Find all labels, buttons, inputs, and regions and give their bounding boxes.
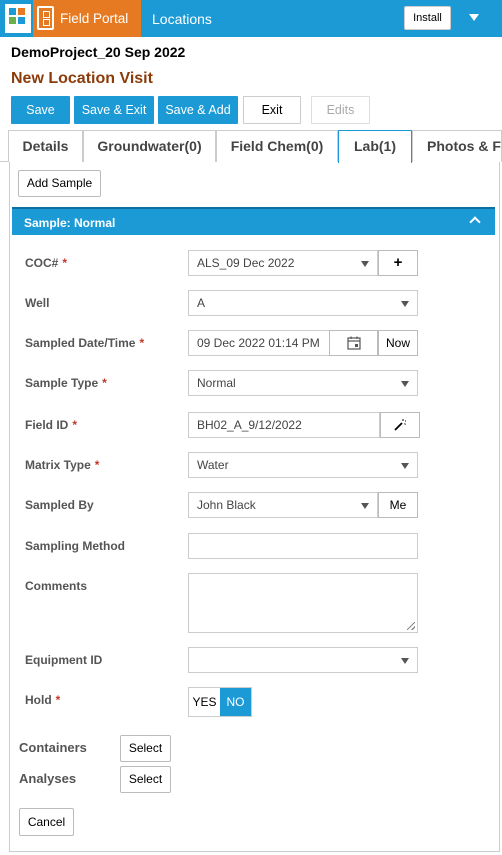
matrix-type-label: Matrix Type * [25, 458, 100, 472]
install-button[interactable]: Install [404, 6, 451, 30]
field-portal-icon [37, 6, 54, 30]
calendar-button[interactable] [329, 330, 378, 356]
nav-locations-link[interactable]: Locations [152, 11, 212, 27]
save-exit-button[interactable]: Save & Exit [74, 96, 154, 124]
project-title: DemoProject_20 Sep 2022 [11, 44, 186, 60]
sampled-datetime-label: Sampled Date/Time * [25, 336, 145, 350]
chevron-down-icon [361, 503, 369, 509]
required-mark: * [55, 693, 61, 707]
tab-details[interactable]: Details [8, 130, 83, 162]
required-mark: * [72, 418, 78, 432]
save-button[interactable]: Save [11, 96, 70, 124]
save-add-button[interactable]: Save & Add [158, 96, 238, 124]
coc-label: COC# * [25, 256, 68, 270]
comments-textarea[interactable] [188, 573, 418, 633]
chevron-up-icon[interactable] [469, 216, 481, 228]
coc-value: ALS_09 Dec 2022 [197, 256, 295, 270]
page-title: New Location Visit [11, 70, 153, 87]
sample-type-label: Sample Type * [25, 376, 107, 390]
now-button[interactable]: Now [378, 330, 418, 356]
sample-type-value: Normal [197, 376, 236, 390]
containers-label: Containers [19, 740, 87, 755]
chevron-down-icon [361, 261, 369, 267]
required-mark: * [94, 458, 100, 472]
equipment-id-label: Equipment ID [25, 653, 103, 667]
matrix-type-value: Water [197, 458, 229, 472]
analyses-select-button[interactable]: Select [120, 766, 171, 793]
field-id-label: Field ID * [25, 418, 78, 432]
sample-section-header[interactable]: Sample: Normal [12, 207, 495, 235]
sample-section-title: Sample: Normal [24, 216, 116, 230]
exit-button[interactable]: Exit [243, 96, 301, 124]
chevron-down-icon [401, 301, 409, 307]
cancel-button[interactable]: Cancel [19, 808, 74, 836]
chevron-down-icon [401, 381, 409, 387]
add-sample-button[interactable]: Add Sample [18, 170, 101, 197]
equipment-id-select[interactable] [188, 647, 418, 673]
hold-yes-option[interactable]: YES [189, 688, 220, 716]
hold-toggle[interactable]: YES NO [188, 687, 252, 717]
sample-type-select[interactable]: Normal [188, 370, 418, 396]
sampled-datetime-input[interactable]: 09 Dec 2022 01:14 PM [188, 330, 330, 356]
hold-label: Hold * [25, 693, 61, 707]
required-mark: * [102, 376, 107, 390]
magic-wand-icon [394, 419, 406, 431]
sampling-method-label: Sampling Method [25, 539, 125, 553]
add-coc-button[interactable]: + [378, 250, 418, 276]
sampled-by-select[interactable]: John Black [188, 492, 378, 518]
app-grid-icon[interactable] [5, 4, 31, 33]
tab-field-chem[interactable]: Field Chem(0) [216, 130, 338, 162]
top-bar: Field Portal Locations Install [0, 0, 502, 37]
comments-label: Comments [25, 579, 88, 593]
matrix-type-select[interactable]: Water [188, 452, 418, 478]
me-button[interactable]: Me [378, 492, 418, 518]
chevron-down-icon [401, 658, 409, 664]
edits-button: Edits [311, 96, 370, 124]
well-value: A [197, 296, 206, 310]
tab-groundwater[interactable]: Groundwater(0) [83, 130, 216, 162]
well-select[interactable]: A [188, 290, 418, 316]
hold-no-option[interactable]: NO [220, 688, 251, 716]
field-id-input[interactable]: BH02_A_9/12/2022 [188, 412, 380, 438]
tab-photos[interactable]: Photos & Fi [412, 130, 502, 162]
chevron-down-icon [401, 463, 409, 469]
generate-id-button[interactable] [380, 412, 420, 438]
well-label: Well [25, 296, 50, 310]
resize-grip-icon[interactable] [407, 622, 415, 630]
brand-label: Field Portal [60, 11, 129, 26]
sampled-by-label: Sampled By [25, 498, 94, 512]
tab-lab[interactable]: Lab(1) [338, 130, 412, 163]
sampling-method-input[interactable] [188, 533, 418, 559]
brand-field-portal[interactable]: Field Portal [33, 0, 141, 37]
calendar-icon [346, 336, 361, 350]
sampled-by-value: John Black [197, 498, 256, 512]
coc-select[interactable]: ALS_09 Dec 2022 [188, 250, 378, 276]
analyses-label: Analyses [19, 771, 77, 786]
required-mark: * [139, 336, 145, 350]
required-mark: * [62, 256, 68, 270]
containers-select-button[interactable]: Select [120, 735, 171, 762]
menu-caret-down-icon[interactable] [469, 14, 479, 21]
